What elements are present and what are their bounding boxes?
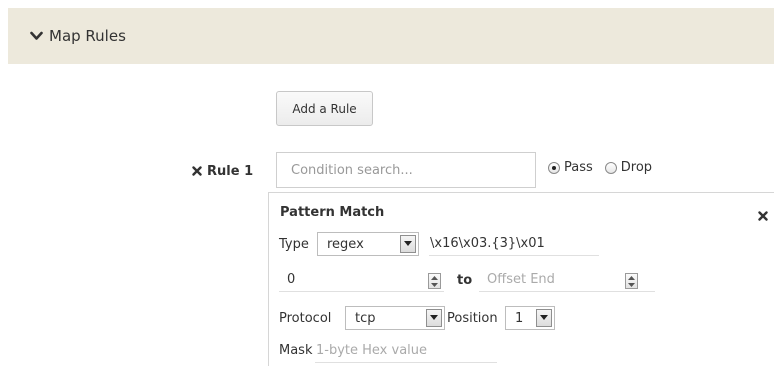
offset-start-value: 0 <box>287 272 296 287</box>
pattern-input[interactable]: \x16\x03.{3}\x01 <box>429 232 599 256</box>
pattern-value: \x16\x03.{3}\x01 <box>430 236 545 251</box>
radio-pass[interactable]: Pass <box>548 160 593 175</box>
type-select-value: regex <box>327 236 364 252</box>
top-strip <box>0 0 774 8</box>
pattern-match-panel: Pattern Match Type regex \x16\x03.{3}\x0… <box>268 192 774 366</box>
radio-drop-dot[interactable] <box>604 161 617 174</box>
offset-end-spinner[interactable] <box>625 273 638 289</box>
radio-pass-dot[interactable] <box>548 161 560 174</box>
protocol-select[interactable]: tcp <box>345 306 445 330</box>
mask-placeholder: 1-byte Hex value <box>316 343 428 358</box>
chevron-down-icon[interactable] <box>536 309 552 327</box>
chevron-down-icon[interactable] <box>400 235 416 253</box>
add-rule-button[interactable]: Add a Rule <box>276 91 373 126</box>
close-icon[interactable] <box>758 206 768 225</box>
chevron-down-icon[interactable] <box>30 31 43 41</box>
map-rules-header[interactable]: Map Rules <box>8 8 774 64</box>
offset-start-spinner[interactable] <box>428 273 441 289</box>
rule-label: Rule 1 <box>192 160 253 182</box>
panel-title: Pattern Match <box>280 205 385 220</box>
offset-end-placeholder: Offset End <box>487 272 555 287</box>
pass-drop-radio-group: Pass Drop <box>548 160 664 175</box>
condition-search-input[interactable]: Condition search... <box>276 152 536 188</box>
chevron-down-icon[interactable] <box>426 309 442 327</box>
protocol-select-value: tcp <box>355 310 376 326</box>
position-select-value: 1 <box>515 310 524 326</box>
mask-input[interactable]: 1-byte Hex value <box>315 339 497 363</box>
offset-start-input[interactable]: 0 <box>279 268 444 292</box>
section-title: Map Rules <box>49 27 126 45</box>
to-label: to <box>457 273 473 288</box>
position-label: Position <box>447 311 498 326</box>
type-select[interactable]: regex <box>317 232 419 256</box>
mask-label: Mask <box>279 343 313 358</box>
type-label: Type <box>279 237 309 252</box>
radio-drop-label: Drop <box>620 160 653 175</box>
rule-name: Rule 1 <box>207 163 254 179</box>
radio-pass-label: Pass <box>564 160 593 175</box>
radio-drop[interactable]: Drop <box>604 160 653 175</box>
protocol-label: Protocol <box>279 311 332 326</box>
position-select[interactable]: 1 <box>505 306 555 330</box>
close-icon[interactable] <box>192 166 202 176</box>
